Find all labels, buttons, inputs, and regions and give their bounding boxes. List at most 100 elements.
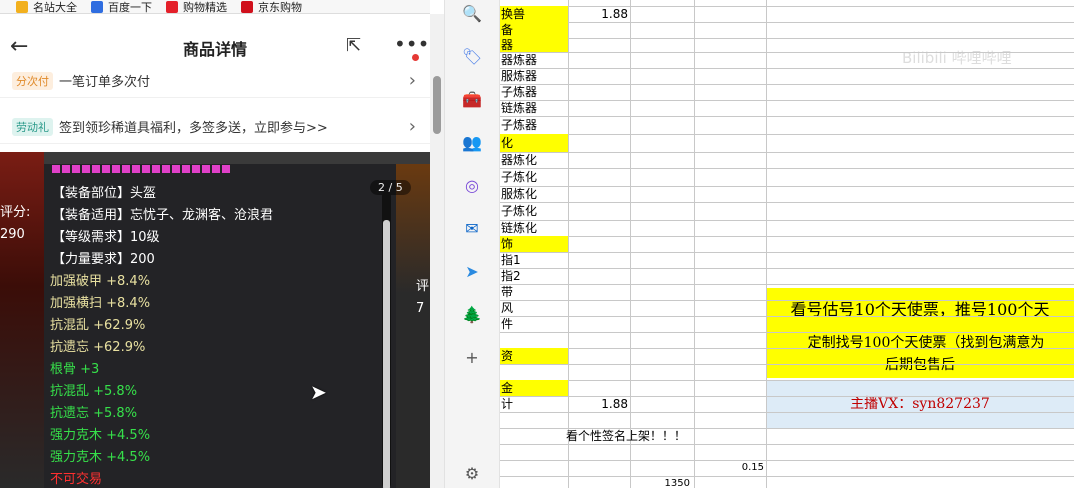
grid-line [500,168,1074,169]
tooltip-scrollbar[interactable] [382,192,391,488]
bookmark-item[interactable]: 京东购物 [241,0,302,14]
bookmark-item[interactable]: 购物精选 [166,0,227,14]
row-label-cell[interactable]: 件 [501,316,567,332]
rating-square [182,165,190,173]
row-label-cell[interactable]: 子炼化 [501,168,567,186]
banner-custom-line1: 定制找号100个天使票（找到包满意为 [807,335,1045,351]
copilot-icon[interactable]: ◎ [461,174,483,196]
bookmark-icon [16,0,28,13]
row-label-cell[interactable]: 指1 [501,252,567,268]
tag-icon[interactable]: 🏷 [461,45,483,67]
row-label-cell[interactable]: 计 [501,396,567,412]
banner-contact: 主播VX：syn827237 [766,380,1074,428]
people-icon[interactable]: 👥 [461,131,483,153]
total-cell[interactable]: 1.88 [570,396,628,412]
grid-line [500,364,1074,365]
bookmark-label: 京东购物 [258,0,302,14]
bookmark-item[interactable]: 名站大全 [16,0,77,14]
rating-square [102,165,110,173]
bookmarks-bar: 名站大全 百度一下 购物精选 京东购物 [0,0,430,14]
briefcase-icon[interactable]: 🧰 [461,88,483,110]
plus-icon[interactable]: + [461,346,483,368]
settings-icon[interactable]: ⚙ [461,462,483,484]
promo-labor-gift[interactable]: 劳动礼 签到领珍稀道具福利，多签多送，立即参与>> › [0,110,430,144]
number-cell[interactable]: 0.15 [700,460,764,476]
browser-pane: 名站大全 百度一下 购物精选 京东购物 ← 商品详情 ⇱ ••• 分次付 一笔订单多次… [0,0,444,488]
grid-line [500,316,1074,317]
row-label-cell[interactable]: 子炼器 [501,84,567,100]
spreadsheet: 看号估号10个天使票，推号100个天 定制找号100个天使票（找到包满意为 后期… [500,0,1074,488]
row-label-cell[interactable]: 饰 [501,236,567,252]
row-label-cell[interactable]: 带 [501,284,567,300]
bookmark-label: 名站大全 [33,0,77,14]
row-label-cell[interactable]: 风 [501,300,567,316]
send-icon[interactable]: ➤ [461,260,483,282]
row-label-cell[interactable]: 换兽 [501,6,567,22]
rating-square [212,165,220,173]
rating-square [152,165,160,173]
row-label-cell[interactable]: 链炼化 [501,220,567,236]
grid-line [500,460,1074,461]
grid-line [500,22,1074,23]
grid-line [500,52,1074,53]
item-attribute: 【装备部位】头盔 [52,186,157,201]
row-label-cell[interactable]: 器炼器 [501,52,567,68]
item-attribute: 抗混乱 +62.9% [50,318,146,333]
right-thumb-text: 评 7 [416,276,429,320]
row-label-cell[interactable]: 器 [501,38,567,52]
outlook-icon[interactable]: ✉ [461,217,483,239]
row-label-cell[interactable]: 服炼化 [501,186,567,202]
page-scrollbar-thumb[interactable] [433,76,441,134]
grid-line [500,444,1074,445]
row-label-cell[interactable]: 化 [501,134,567,152]
right-thumb-value: 7 [416,301,425,316]
grid-line [500,268,1074,269]
promo-installment[interactable]: 分次付 一笔订单多次付 › [0,64,430,98]
grid-line [500,116,1074,117]
bookmark-label: 购物精选 [183,0,227,14]
row-label-cell[interactable]: 指2 [501,268,567,284]
grid-line [500,152,1074,153]
banner-appraisal: 看号估号10个天使票，推号100个天 [766,288,1074,332]
rating-square [92,165,100,173]
rating-square [162,165,170,173]
share-icon[interactable]: ⇱ [346,35,361,56]
search-icon[interactable]: 🔍 [461,2,483,24]
row-label-cell[interactable]: 服炼器 [501,68,567,84]
tree-icon[interactable]: 🌲 [461,303,483,325]
item-attribute: 强力克木 +4.5% [50,450,151,465]
more-icon[interactable]: ••• [394,32,429,56]
rating-square [222,165,230,173]
rating-square [62,165,70,173]
row-label-cell[interactable]: 资 [501,348,567,364]
row-label-cell[interactable]: 子炼化 [501,202,567,220]
edge-sidebar: 🔍 🏷 🧰 👥 ◎ ✉ ➤ 🌲 + ⚙ [444,0,500,488]
row-label-cell[interactable]: 链炼器 [501,100,567,116]
bookmark-item[interactable]: 百度一下 [91,0,152,13]
number-cell[interactable]: 1350 [630,476,690,488]
grid-line [500,68,1074,69]
rating-square [192,165,200,173]
page-title: 商品详情 [182,40,247,59]
value-cell[interactable]: 1.88 [570,6,628,22]
grid-line [766,0,767,488]
chevron-right-icon: › [408,116,416,137]
row-label-cell[interactable]: 器炼化 [501,152,567,168]
row-label-cell[interactable]: 子炼器 [501,116,567,134]
item-attribute: 加强破甲 +8.4% [50,274,151,289]
rating-square [82,165,90,173]
grid-line [630,0,631,488]
page-scrollbar[interactable] [430,14,444,488]
item-attribute: 【力量要求】200 [52,252,155,267]
row-label-cell[interactable]: 金 [501,380,567,396]
note-cell[interactable]: 看个性签名上架！！！ [566,428,766,444]
grid-line [500,284,1074,285]
rating-square [142,165,150,173]
page-header: ← 商品详情 ⇱ ••• [0,24,430,68]
next-image-thumb[interactable] [396,164,430,488]
bookmark-icon [241,0,253,13]
row-label-cell[interactable]: 备 [501,22,567,38]
item-attribute: 抗混乱 +5.8% [50,384,138,399]
tooltip-scrollbar-thumb[interactable] [383,220,390,488]
item-attribute: 【装备适用】忘忧子、龙渊客、沧浪君 [52,208,274,223]
